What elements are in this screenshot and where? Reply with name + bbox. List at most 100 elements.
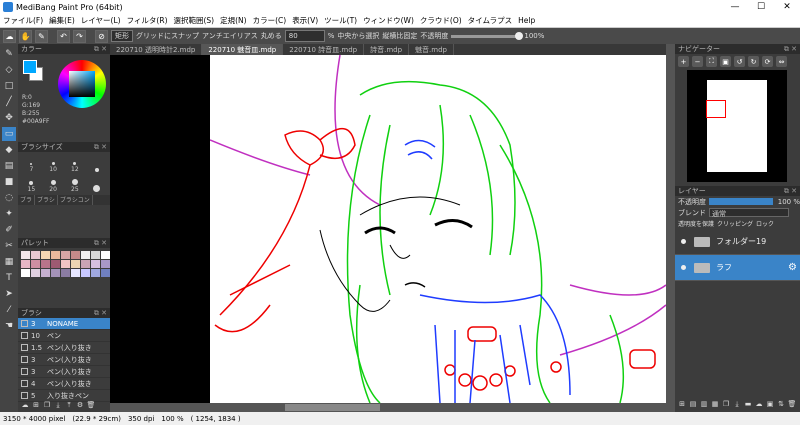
layer-property-icon[interactable]: ▣: [765, 399, 775, 409]
select-eraser-tool-icon[interactable]: ✂: [2, 239, 16, 253]
lasso-tool-icon[interactable]: ◌: [2, 191, 16, 205]
palette-swatch[interactable]: [101, 260, 110, 268]
tab-brush-settings[interactable]: ブラシ: [35, 195, 58, 205]
palette-swatch[interactable]: [61, 260, 70, 268]
palette-swatch[interactable]: [41, 251, 50, 259]
brush-checkbox[interactable]: [21, 320, 28, 327]
panel-close-icon[interactable]: ⧉ ✕: [94, 45, 107, 54]
palette-swatch[interactable]: [41, 260, 50, 268]
palette-swatch[interactable]: [71, 269, 80, 277]
new-8bit-layer-icon[interactable]: ▥: [699, 399, 709, 409]
palette-swatch[interactable]: [91, 269, 100, 277]
fit-window-icon[interactable]: ⛶: [706, 56, 717, 67]
palette-swatch[interactable]: [41, 269, 50, 277]
brush-item[interactable]: 3 ペン(入り抜き: [18, 366, 110, 378]
new-folder-icon[interactable]: ▬: [743, 399, 753, 409]
panel-close-icon[interactable]: ⧉ ✕: [94, 239, 107, 248]
menu-timelapse[interactable]: タイムラプス: [465, 15, 515, 26]
brush-icon[interactable]: ✎: [35, 29, 48, 43]
doc-tab[interactable]: 220710 透明時計2.mdp: [110, 44, 203, 55]
menu-cloud[interactable]: クラウド(O): [417, 15, 465, 26]
layer-move-icon[interactable]: ⇅: [776, 399, 786, 409]
palette-swatch[interactable]: [61, 251, 70, 259]
brush-checkbox[interactable]: [21, 344, 28, 351]
palette-swatch[interactable]: [81, 269, 90, 277]
brush-settings-icon[interactable]: ⚙: [75, 400, 85, 410]
palette-swatch[interactable]: [101, 251, 110, 259]
palette-swatch[interactable]: [91, 251, 100, 259]
palette-swatch[interactable]: [21, 260, 30, 268]
minimize-button[interactable]: —: [722, 0, 748, 14]
menu-view[interactable]: 表示(V): [289, 15, 321, 26]
palette-swatch[interactable]: [71, 251, 80, 259]
redo-icon[interactable]: ↷: [73, 29, 86, 43]
new-1bit-layer-icon[interactable]: ▦: [710, 399, 720, 409]
cloud-icon[interactable]: ☁: [3, 29, 16, 43]
palette-swatch[interactable]: [21, 269, 30, 277]
size-preset[interactable]: 15: [21, 174, 42, 193]
reset-rotation-icon[interactable]: ⟳: [762, 56, 773, 67]
horizontal-scrollbar[interactable]: [110, 403, 666, 412]
vertical-scrollbar[interactable]: [666, 44, 675, 412]
merge-down-icon[interactable]: ⤓: [732, 399, 742, 409]
delete-brush-icon[interactable]: 🗑: [86, 400, 96, 410]
menu-file[interactable]: ファイル(F): [0, 15, 46, 26]
palette-swatch[interactable]: [31, 251, 40, 259]
layer-item[interactable]: フォルダー19: [675, 229, 800, 255]
blend-mode-select[interactable]: 通常: [709, 208, 789, 218]
gear-icon[interactable]: ⚙: [788, 262, 797, 273]
size-preset[interactable]: 7: [21, 154, 42, 173]
close-button[interactable]: ✕: [774, 0, 800, 14]
antialias-checkbox[interactable]: アンチエイリアス: [202, 31, 258, 41]
rotate-right-icon[interactable]: ↻: [748, 56, 759, 67]
divide-tool-icon[interactable]: ▦: [2, 255, 16, 269]
brush-checkbox[interactable]: [21, 368, 28, 375]
eraser-tool-icon[interactable]: ◇: [2, 63, 16, 77]
foreground-color-swatch[interactable]: [23, 60, 37, 74]
new-layer-icon[interactable]: ⊞: [677, 399, 687, 409]
palette-swatch[interactable]: [71, 260, 80, 268]
brush-checkbox[interactable]: [21, 332, 28, 339]
magic-wand-tool-icon[interactable]: ✦: [2, 207, 16, 221]
zoom-out-icon[interactable]: −: [692, 56, 703, 67]
new-halftone-layer-icon[interactable]: ▤: [688, 399, 698, 409]
snap-toggle[interactable]: グリッドにスナップ: [136, 31, 199, 41]
palette-swatch[interactable]: [51, 251, 60, 259]
hand-icon[interactable]: ✋: [19, 29, 32, 43]
size-preset[interactable]: [86, 154, 107, 173]
import-brush-icon[interactable]: ⤒: [64, 400, 74, 410]
export-brush-icon[interactable]: ⤓: [53, 400, 63, 410]
doc-tab[interactable]: 魅音.mdp: [409, 44, 454, 55]
select-pen-tool-icon[interactable]: ✐: [2, 223, 16, 237]
palette-swatch[interactable]: [31, 260, 40, 268]
tab-brush[interactable]: ブラ: [18, 195, 36, 205]
center-checkbox[interactable]: 中央から選択: [337, 31, 379, 41]
menu-selection[interactable]: 選択範囲(S): [171, 15, 218, 26]
line-tool-icon[interactable]: ╱: [2, 95, 16, 109]
rotate-left-icon[interactable]: ↺: [734, 56, 745, 67]
palette-swatch[interactable]: [51, 260, 60, 268]
protect-alpha-checkbox[interactable]: 透明度を保護: [678, 219, 714, 228]
panel-close-icon[interactable]: ⧉ ✕: [94, 143, 107, 152]
scroll-thumb[interactable]: [285, 404, 380, 411]
menu-window[interactable]: ウィンドウ(W): [360, 15, 417, 26]
copy-layer-icon[interactable]: ❐: [721, 399, 731, 409]
palette-swatch[interactable]: [81, 251, 90, 259]
shape-select[interactable]: 矩形: [111, 30, 133, 42]
panel-close-icon[interactable]: ⧉ ✕: [784, 45, 797, 54]
menu-help[interactable]: Help: [515, 16, 538, 25]
navigator-preview[interactable]: [687, 70, 787, 182]
brush-checkbox[interactable]: [21, 356, 28, 363]
add-brush-icon[interactable]: ☁: [20, 400, 30, 410]
brush-item[interactable]: 4 ペン(入り抜き: [18, 378, 110, 390]
size-preset[interactable]: 12: [65, 154, 86, 173]
palette-swatch[interactable]: [51, 269, 60, 277]
brush-item[interactable]: 10 ペン: [18, 330, 110, 342]
menu-edit[interactable]: 編集(E): [46, 15, 78, 26]
doc-tab[interactable]: 詩音.mdp: [364, 44, 410, 55]
palette-swatch[interactable]: [81, 260, 90, 268]
maximize-button[interactable]: ☐: [748, 0, 774, 14]
palette-swatch[interactable]: [101, 269, 110, 277]
palette-swatch[interactable]: [21, 251, 30, 259]
layer-cloud-icon[interactable]: ☁: [754, 399, 764, 409]
